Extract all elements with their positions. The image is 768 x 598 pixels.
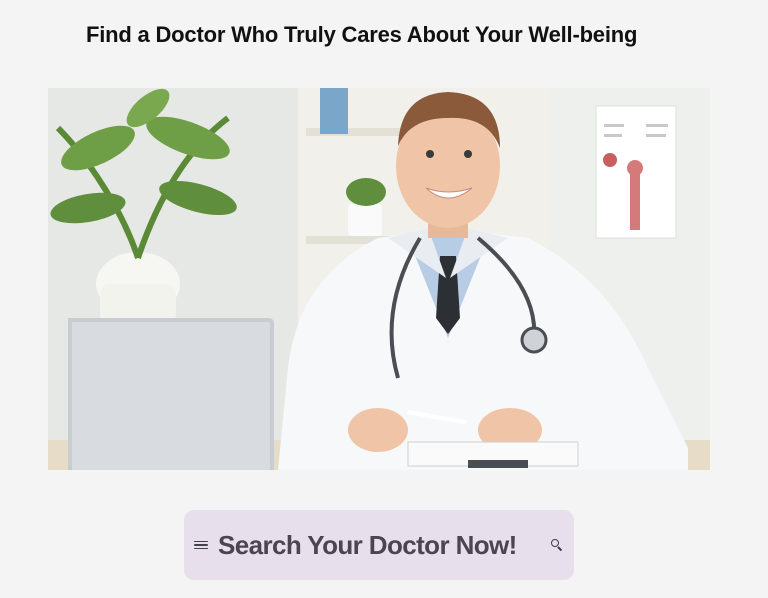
search-icon-handle bbox=[557, 546, 563, 552]
search-icon[interactable] bbox=[550, 538, 564, 552]
doctor-illustration bbox=[48, 88, 710, 470]
menu-icon[interactable] bbox=[194, 540, 208, 550]
search-doctor-button[interactable]: Search Your Doctor Now! bbox=[184, 510, 574, 580]
menu-icon-line bbox=[194, 547, 208, 550]
menu-icon-line bbox=[194, 544, 208, 546]
menu-icon-line bbox=[194, 540, 208, 543]
search-label: Search Your Doctor Now! bbox=[218, 529, 517, 560]
page-headline: Find a Doctor Who Truly Cares About Your… bbox=[86, 22, 638, 47]
hero-image bbox=[48, 88, 710, 470]
